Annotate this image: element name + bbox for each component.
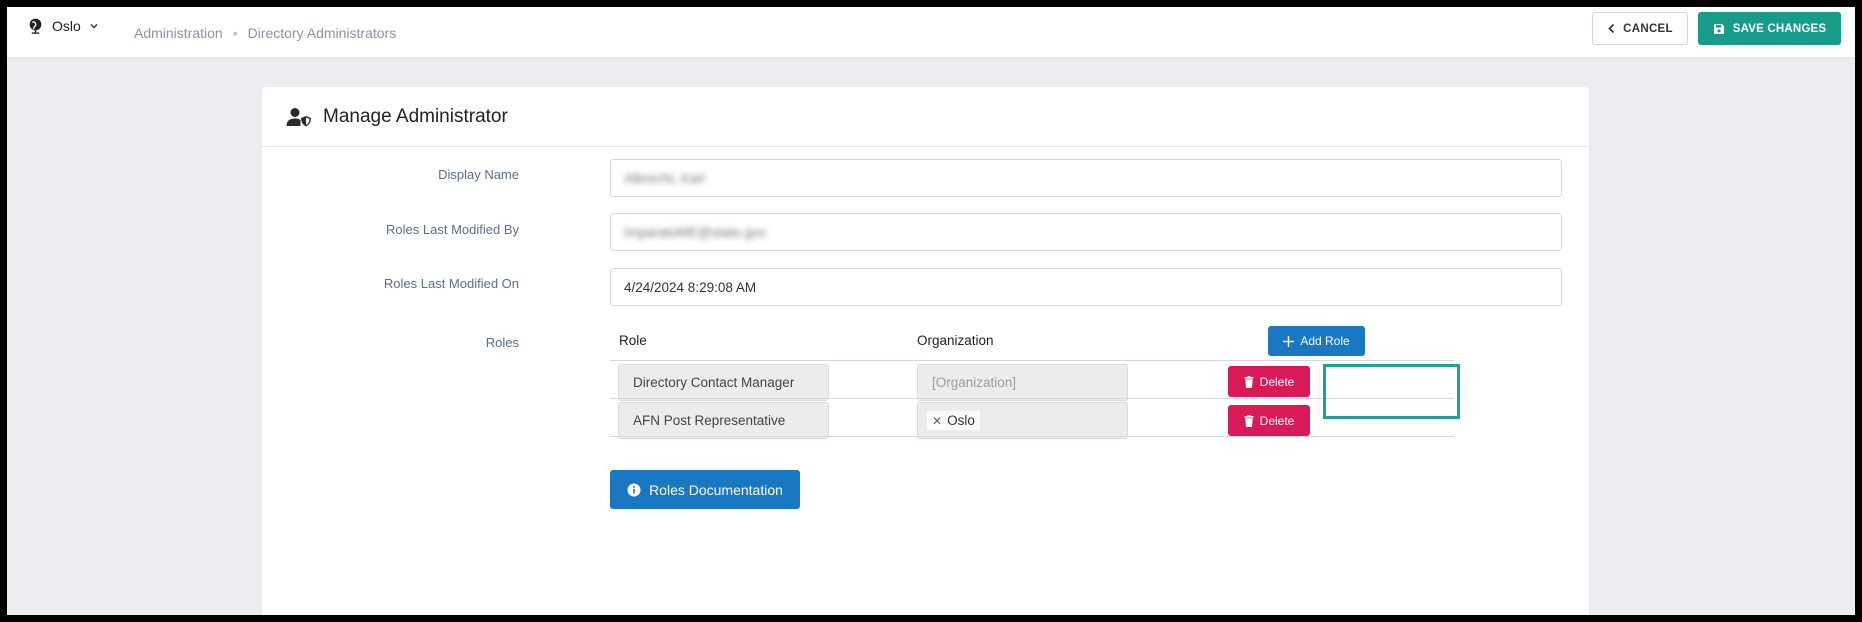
breadcrumb: Administration • Directory Administrator… [134,25,396,41]
role-value: AFN Post Representative [633,413,786,428]
breadcrumb-directory-administrators: Directory Administrators [247,25,397,41]
modified-on-label: Roles Last Modified On [383,276,519,291]
role-cell[interactable]: AFN Post Representative [618,402,829,439]
cancel-button[interactable]: CANCEL [1592,12,1688,45]
display-name-field[interactable]: Albrecht, Karl [610,159,1562,197]
organization-tag-label: Oslo [947,413,975,428]
organization-tag: ✕ Oslo [927,411,980,430]
breadcrumb-separator: • [232,25,238,41]
modified-by-label: Roles Last Modified By [386,222,519,237]
cancel-label: CANCEL [1623,22,1673,35]
modified-by-value: ImparatoME@state.gov [624,224,767,240]
post-label: Oslo [52,17,81,34]
card-header: Manage Administrator [262,87,1589,147]
role-column-header: Role [619,333,647,348]
close-icon[interactable]: ✕ [932,414,942,428]
chevron-left-icon [1608,23,1615,34]
roles-documentation-button[interactable]: Roles Documentation [610,470,800,509]
role-value: Directory Contact Manager [633,375,795,390]
add-role-highlight [1323,364,1460,419]
display-name-label: Display Name [438,167,519,182]
breadcrumb-administration[interactable]: Administration [134,25,223,41]
top-bar: Oslo Administration • Directory Administ… [7,7,1855,57]
save-changes-label: SAVE CHANGES [1732,22,1827,35]
role-cell[interactable]: Directory Contact Manager [618,364,829,401]
roles-documentation-label: Roles Documentation [649,481,783,498]
delete-role-button[interactable]: Delete [1228,366,1310,397]
modified-on-value: 4/24/2024 8:29:08 AM [624,279,757,295]
display-name-value: Albrecht, Karl [624,170,706,186]
info-circle-icon [627,483,641,496]
organization-placeholder: [Organization] [932,375,1017,390]
save-icon [1713,23,1724,34]
manage-administrator-card: Manage Administrator Display Name Albrec… [262,87,1589,615]
save-changes-button[interactable]: SAVE CHANGES [1698,12,1841,45]
modified-by-field[interactable]: ImparatoME@state.gov [610,213,1562,251]
globe-icon [29,18,42,34]
roles-label: Roles [485,335,519,350]
organization-cell[interactable]: [Organization] [917,364,1128,401]
modified-on-field[interactable]: 4/24/2024 8:29:08 AM [610,268,1562,306]
add-role-button[interactable]: Add Role [1268,326,1365,356]
table-divider [610,360,1454,361]
add-role-label: Add Role [1300,334,1350,348]
user-shield-icon [286,107,311,126]
trash-icon [1244,375,1254,388]
trash-icon [1244,414,1254,427]
post-switcher[interactable]: Oslo [27,17,99,34]
organization-column-header: Organization [917,333,994,348]
plus-icon [1283,335,1295,347]
delete-label: Delete [1259,374,1295,389]
organization-cell[interactable]: ✕ Oslo [917,402,1128,439]
delete-role-button[interactable]: Delete [1228,405,1310,436]
delete-label: Delete [1259,413,1295,428]
table-divider [610,436,1454,437]
chevron-down-icon [90,23,98,29]
app-frame: Oslo Administration • Directory Administ… [7,7,1855,615]
card-title: Manage Administrator [323,105,508,127]
